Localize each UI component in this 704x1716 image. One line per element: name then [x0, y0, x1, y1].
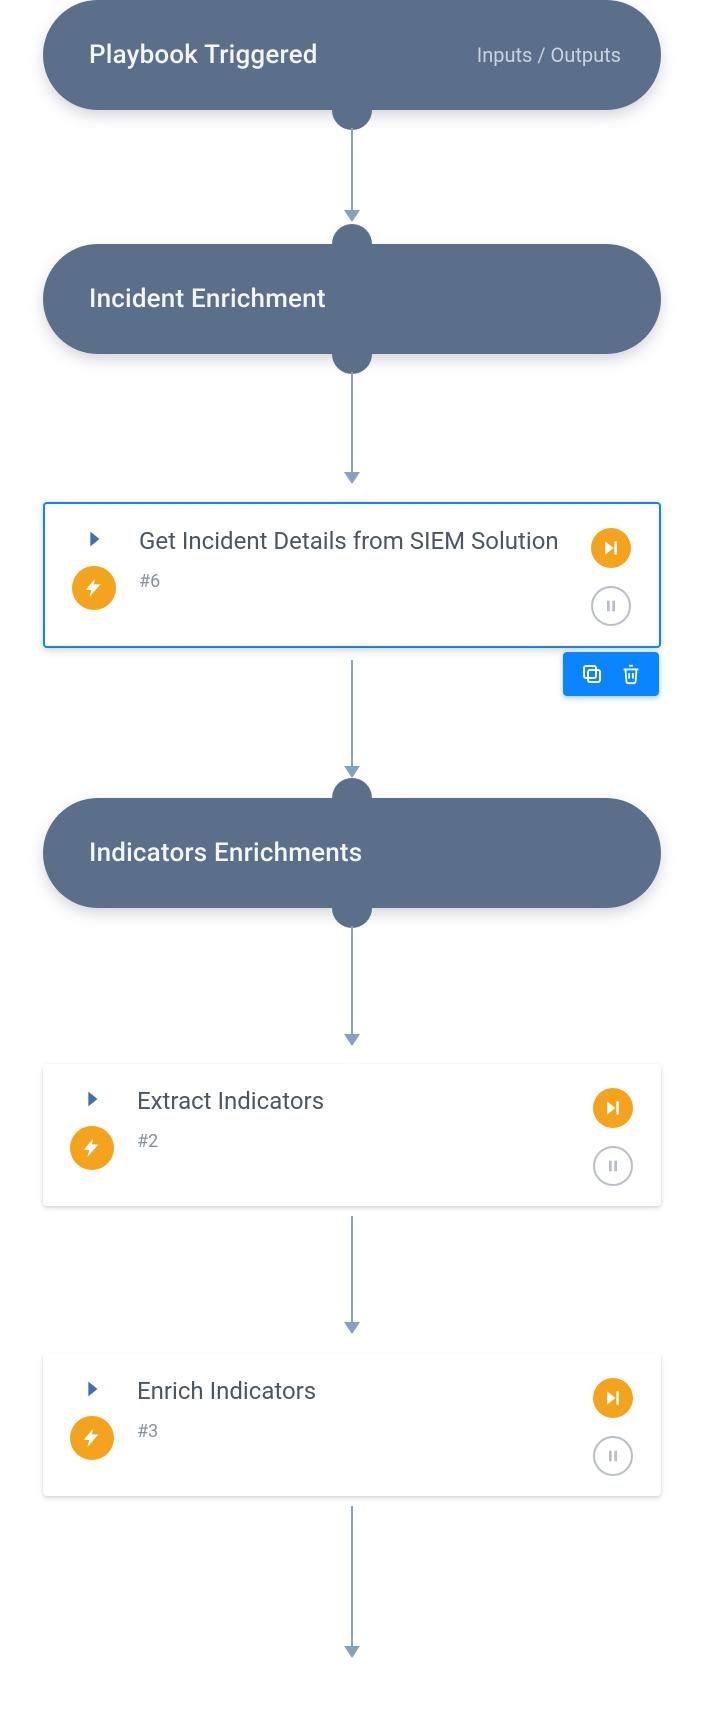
automation-icon — [72, 566, 116, 610]
connector-port-in[interactable] — [332, 1334, 372, 1374]
task-id: #2 — [137, 1131, 569, 1152]
expand-icon[interactable] — [79, 1376, 105, 1402]
connector-port-out[interactable] — [332, 334, 372, 374]
connector — [351, 926, 353, 1044]
skip-button[interactable] — [593, 1088, 633, 1128]
task-get-incident-details[interactable]: Get Incident Details from SIEM Solution … — [43, 502, 661, 648]
task-enrich-indicators[interactable]: Enrich Indicators #3 — [43, 1354, 661, 1496]
expand-icon[interactable] — [81, 526, 107, 552]
section-incident-enrichment[interactable]: Incident Enrichment — [43, 244, 661, 354]
skip-button[interactable] — [593, 1378, 633, 1418]
task-title: Extract Indicators — [137, 1086, 569, 1117]
connector-port-in[interactable] — [332, 1044, 372, 1084]
task-id: #3 — [137, 1421, 569, 1442]
section-title: Indicators Enrichments — [43, 838, 362, 868]
node-playbook-triggered[interactable]: Playbook Triggered Inputs / Outputs — [43, 0, 661, 110]
connector — [351, 128, 353, 220]
connector-port-in[interactable] — [332, 484, 372, 524]
connector-port-in[interactable] — [332, 224, 372, 264]
section-title: Incident Enrichment — [43, 284, 326, 314]
pause-button[interactable] — [593, 1436, 633, 1476]
connector-port-in[interactable] — [332, 778, 372, 818]
connector-port-out[interactable] — [332, 888, 372, 928]
pause-button[interactable] — [593, 1146, 633, 1186]
task-extract-indicators[interactable]: Extract Indicators #2 — [43, 1064, 661, 1206]
inputs-outputs-link[interactable]: Inputs / Outputs — [477, 43, 621, 67]
connector — [351, 1506, 353, 1656]
task-id: #6 — [139, 571, 567, 592]
task-title: Get Incident Details from SIEM Solution — [139, 526, 567, 557]
task-title: Enrich Indicators — [137, 1376, 569, 1407]
connector — [351, 372, 353, 482]
connector-port-out[interactable] — [332, 90, 372, 130]
connector — [351, 1216, 353, 1332]
node-title: Playbook Triggered — [43, 40, 318, 70]
automation-icon — [70, 1126, 114, 1170]
playbook-canvas[interactable]: Playbook Triggered Inputs / Outputs Inci… — [0, 0, 704, 1716]
expand-icon[interactable] — [79, 1086, 105, 1112]
pause-button[interactable] — [591, 586, 631, 626]
automation-icon — [70, 1416, 114, 1460]
section-indicators-enrichments[interactable]: Indicators Enrichments — [43, 798, 661, 908]
skip-button[interactable] — [591, 528, 631, 568]
connector — [351, 660, 353, 776]
